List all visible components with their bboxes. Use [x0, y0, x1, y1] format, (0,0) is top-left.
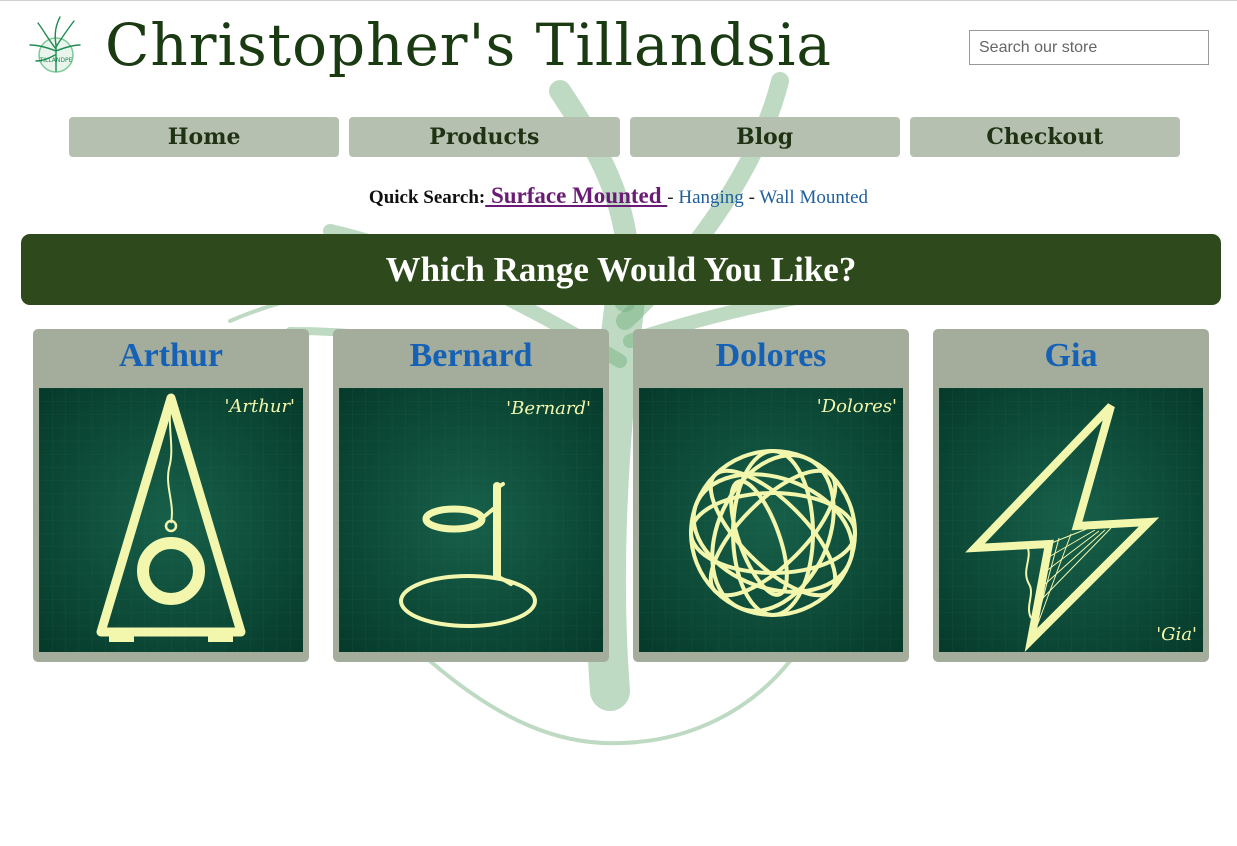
- range-card-bernard[interactable]: Bernard 'Bernard': [333, 329, 609, 662]
- site-title[interactable]: Christopher's Tillandsia: [105, 11, 832, 79]
- quick-separator: -: [743, 187, 760, 208]
- quick-link-wall-mounted[interactable]: Wall Mounted: [759, 187, 868, 208]
- bernard-image[interactable]: 'Bernard': [339, 388, 603, 652]
- card-title[interactable]: Dolores: [633, 337, 909, 375]
- card-title[interactable]: Bernard: [333, 337, 609, 375]
- range-card-gia[interactable]: Gia 'Gia': [933, 329, 1209, 662]
- card-title[interactable]: Arthur: [33, 337, 309, 375]
- quick-search: Quick Search: Surface Mounted - Hanging …: [0, 183, 1237, 209]
- image-caption: 'Bernard': [506, 398, 591, 419]
- logo-text: TILLANDPE: [39, 57, 73, 64]
- range-card-arthur[interactable]: Arthur 'Arthur': [33, 329, 309, 662]
- banner-heading: Which Range Would You Like?: [385, 249, 857, 289]
- logo-icon: TILLANDPE: [29, 16, 81, 73]
- nav-blog[interactable]: Blog: [629, 117, 900, 157]
- image-caption: 'Dolores': [817, 396, 897, 417]
- image-caption: 'Gia': [1156, 624, 1197, 645]
- card-title[interactable]: Gia: [933, 337, 1209, 375]
- quick-link-hanging[interactable]: Hanging: [678, 187, 743, 208]
- range-card-dolores[interactable]: Dolores 'Dolores': [633, 329, 909, 662]
- nav-checkout[interactable]: Checkout: [909, 117, 1180, 157]
- quick-separator: -: [667, 187, 679, 208]
- range-banner: Which Range Would You Like?: [21, 234, 1221, 305]
- image-caption: 'Arthur': [224, 396, 295, 417]
- search-input[interactable]: [969, 30, 1209, 65]
- arthur-image[interactable]: 'Arthur': [39, 388, 303, 652]
- dolores-image[interactable]: 'Dolores': [639, 388, 903, 652]
- gia-image[interactable]: 'Gia': [939, 388, 1203, 652]
- nav-home[interactable]: Home: [69, 117, 340, 157]
- nav-products[interactable]: Products: [349, 117, 620, 157]
- quick-link-surface-mounted[interactable]: Surface Mounted: [485, 183, 667, 208]
- quick-search-label: Quick Search:: [368, 187, 486, 208]
- main-nav: Home Products Blog Checkout: [69, 117, 1180, 157]
